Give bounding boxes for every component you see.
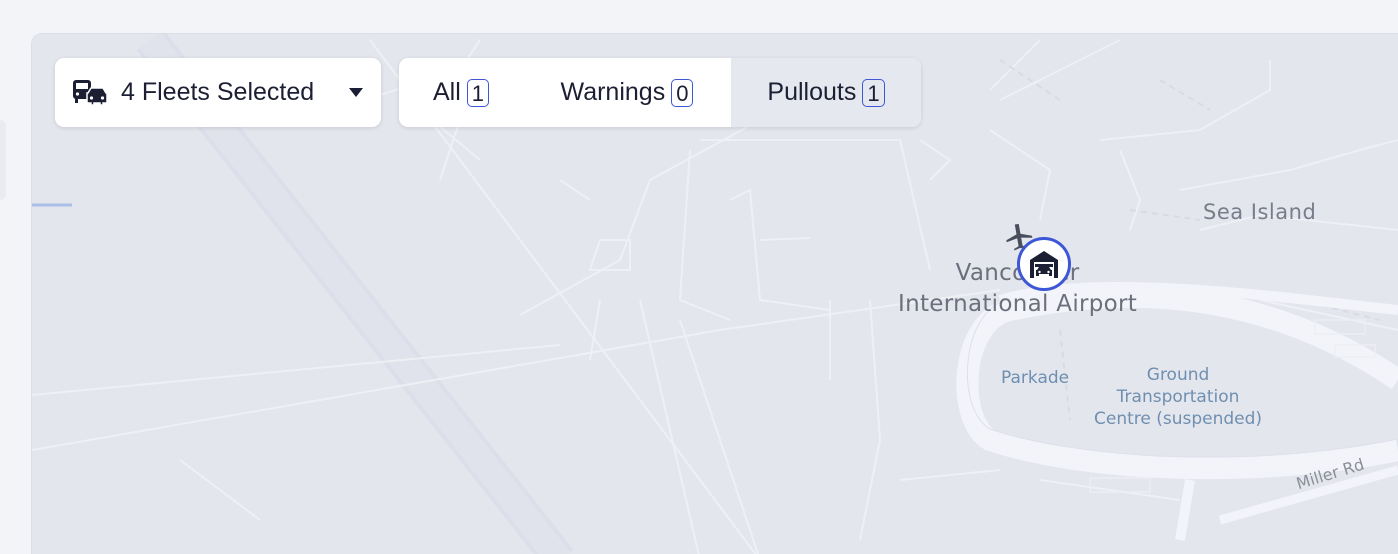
side-panel-tab[interactable] [0,120,6,200]
tab-pullouts[interactable]: Pullouts 1 [731,58,921,127]
fleet-selector-dropdown[interactable]: 4 Fleets Selected [55,58,381,127]
tab-pullouts-label: Pullouts [767,78,857,106]
map-label-airport-line2: International Airport [898,291,1138,317]
fleet-selector-label: 4 Fleets Selected [121,78,315,106]
filter-tabs: All 1 Warnings 0 Pullouts 1 [399,58,921,127]
tab-all-label: All [432,78,461,106]
map-label-gtc-line3: Centre (suspended) [1094,409,1263,429]
tab-warnings[interactable]: Warnings 0 [523,58,731,127]
map-label-parkade: Parkade [1001,368,1070,388]
tab-warnings-label: Warnings [560,78,666,106]
bus-car-icon [73,79,108,106]
pullout-marker[interactable] [1017,237,1071,291]
tab-all[interactable]: All 1 [399,58,523,127]
tab-pullouts-count-badge: 1 [862,78,885,107]
map-label-gtc-line1: Ground [1146,365,1210,385]
map-label-gtc-line2: Transportation [1116,387,1240,407]
tab-all-count-badge: 1 [466,78,490,107]
map-label-ground-transportation-centre: Ground Transportation Centre (suspended) [1094,364,1262,430]
map-label-sea-island: Sea Island [1203,200,1317,224]
chevron-down-icon [349,88,363,97]
garage-car-icon [1030,251,1058,278]
tab-warnings-count-badge: 0 [671,78,694,107]
